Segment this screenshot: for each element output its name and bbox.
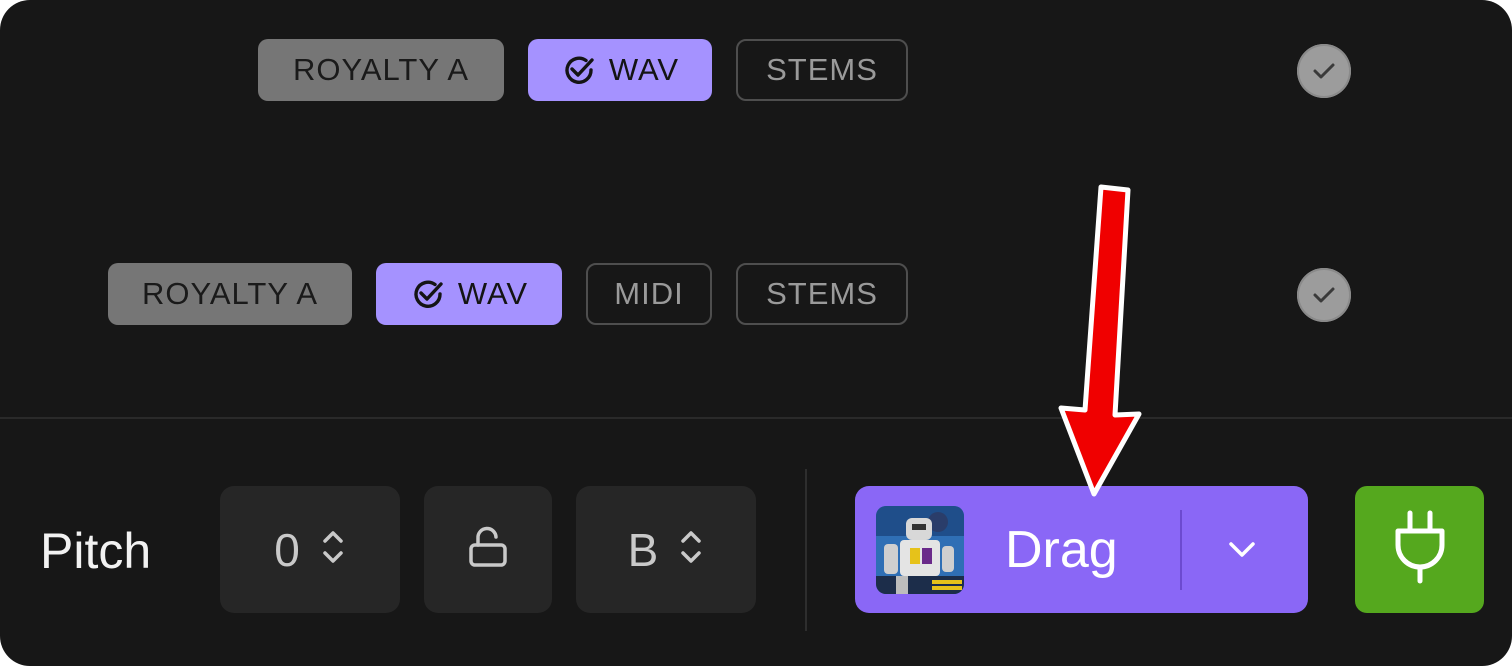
drag-label: Drag — [1005, 521, 1118, 579]
wav-tag-label: WAV — [457, 276, 529, 311]
pitch-stepper[interactable]: 0 — [220, 486, 400, 613]
app-window: ROYALTY A WAV STEMS ROYALTY A WAV MIDI S… — [0, 0, 1512, 666]
wav-tag[interactable]: WAV — [376, 263, 562, 325]
toolbar-divider — [805, 469, 807, 631]
royalty-tag[interactable]: ROYALTY A — [258, 39, 504, 101]
key-selector[interactable]: B — [576, 486, 756, 613]
robot-artwork-thumbnail — [876, 506, 964, 594]
stems-tag-label: STEMS — [766, 52, 878, 87]
stems-tag[interactable]: STEMS — [736, 263, 908, 325]
section-divider — [0, 417, 1512, 419]
midi-tag[interactable]: MIDI — [586, 263, 712, 325]
lock-toggle[interactable] — [424, 486, 552, 613]
wav-tag[interactable]: WAV — [528, 39, 712, 101]
key-value: B — [627, 523, 659, 576]
wav-tag-label: WAV — [608, 52, 680, 87]
royalty-tag-label: ROYALTY A — [292, 52, 470, 87]
unlock-icon — [466, 525, 510, 574]
drag-button[interactable]: Drag — [855, 486, 1308, 613]
plug-icon — [1392, 509, 1448, 590]
up-down-chevron-icon — [320, 525, 346, 574]
drag-button-separator — [1180, 510, 1182, 590]
track-row: ROYALTY A WAV STEMS — [0, 39, 1512, 101]
checkmark-circle-icon — [1297, 268, 1351, 322]
track-row: ROYALTY A WAV MIDI STEMS — [0, 263, 1512, 325]
pitch-label: Pitch — [40, 523, 152, 579]
stems-tag[interactable]: STEMS — [736, 39, 908, 101]
check-circle-icon — [410, 276, 446, 312]
check-circle-icon — [561, 52, 597, 88]
chevron-down-icon[interactable] — [1225, 534, 1259, 569]
pitch-value: 0 — [274, 523, 300, 576]
midi-tag-label: MIDI — [614, 276, 684, 311]
royalty-tag-label: ROYALTY A — [141, 276, 319, 311]
royalty-tag[interactable]: ROYALTY A — [108, 263, 352, 325]
checkmark-circle-icon — [1297, 44, 1351, 98]
stems-tag-label: STEMS — [766, 276, 878, 311]
plugin-button[interactable] — [1355, 486, 1484, 613]
up-down-chevron-icon — [678, 525, 704, 574]
